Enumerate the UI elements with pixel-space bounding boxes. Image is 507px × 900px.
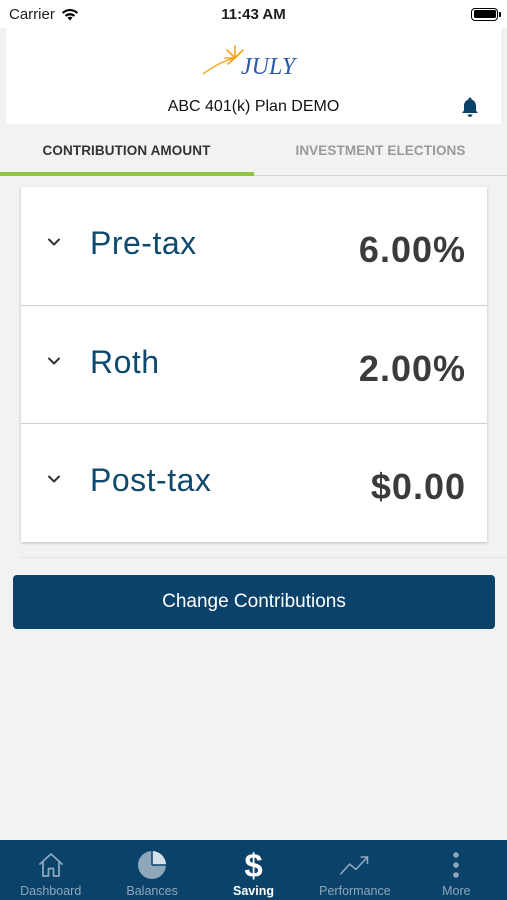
section-divider	[21, 557, 507, 558]
tab-contribution-amount[interactable]: CONTRIBUTION AMOUNT	[0, 124, 253, 176]
tab-strip: CONTRIBUTION AMOUNT INVESTMENT ELECTIONS	[0, 124, 507, 176]
bottom-nav: Dashboard Balances $ Saving Performance …	[0, 840, 507, 900]
chevron-down-icon	[48, 238, 60, 246]
nav-balances[interactable]: Balances	[101, 840, 202, 900]
active-tab-indicator	[0, 172, 254, 176]
bell-icon[interactable]	[458, 95, 482, 119]
contribution-value: 2.00%	[358, 348, 466, 389]
nav-label: Saving	[233, 884, 275, 898]
svg-text:JULY: JULY	[241, 54, 298, 80]
carrier-label: Carrier	[9, 5, 55, 23]
change-contributions-button[interactable]: Change Contributions	[13, 575, 495, 629]
contribution-row-roth[interactable]: Roth 2.00%	[21, 305, 487, 423]
contribution-card: Pre-tax 6.00% Roth 2.00% Post-tax $0.00	[21, 187, 487, 542]
july-logo: JULY	[202, 45, 298, 80]
nav-dashboard[interactable]: Dashboard	[0, 840, 101, 900]
chevron-down-icon	[48, 357, 60, 365]
nav-saving[interactable]: $ Saving	[203, 840, 304, 900]
plan-title: ABC 401(k) Plan DEMO	[167, 98, 340, 115]
status-bar: Carrier 11:43 AM	[0, 0, 507, 28]
dollar-icon: $	[244, 846, 263, 884]
app-header: JULY ABC 401(k) Plan DEMO	[6, 28, 501, 124]
contribution-label: Roth	[90, 344, 160, 380]
chevron-down-icon	[48, 475, 60, 483]
pie-chart-icon	[136, 849, 168, 881]
contribution-label: Pre-tax	[90, 225, 197, 261]
wifi-icon	[61, 8, 78, 20]
nav-label: Performance	[319, 884, 391, 898]
tab-investment-elections[interactable]: INVESTMENT ELECTIONS	[254, 124, 507, 176]
nav-more[interactable]: More	[406, 840, 507, 900]
nav-label: Balances	[126, 884, 178, 898]
contribution-row-pre-tax[interactable]: Pre-tax 6.00%	[21, 187, 487, 305]
contribution-value: 6.00%	[358, 229, 466, 270]
contribution-value: $0.00	[370, 466, 466, 507]
contribution-label: Post-tax	[90, 462, 212, 498]
battery-icon	[471, 7, 501, 21]
status-left: Carrier	[9, 6, 79, 23]
home-icon	[35, 849, 67, 881]
nav-label: Dashboard	[20, 884, 82, 898]
nav-performance[interactable]: Performance	[304, 840, 405, 900]
more-vertical-icon	[440, 849, 472, 881]
contribution-row-post-tax[interactable]: Post-tax $0.00	[21, 423, 487, 541]
trend-icon	[339, 849, 371, 881]
nav-label: More	[442, 884, 471, 898]
